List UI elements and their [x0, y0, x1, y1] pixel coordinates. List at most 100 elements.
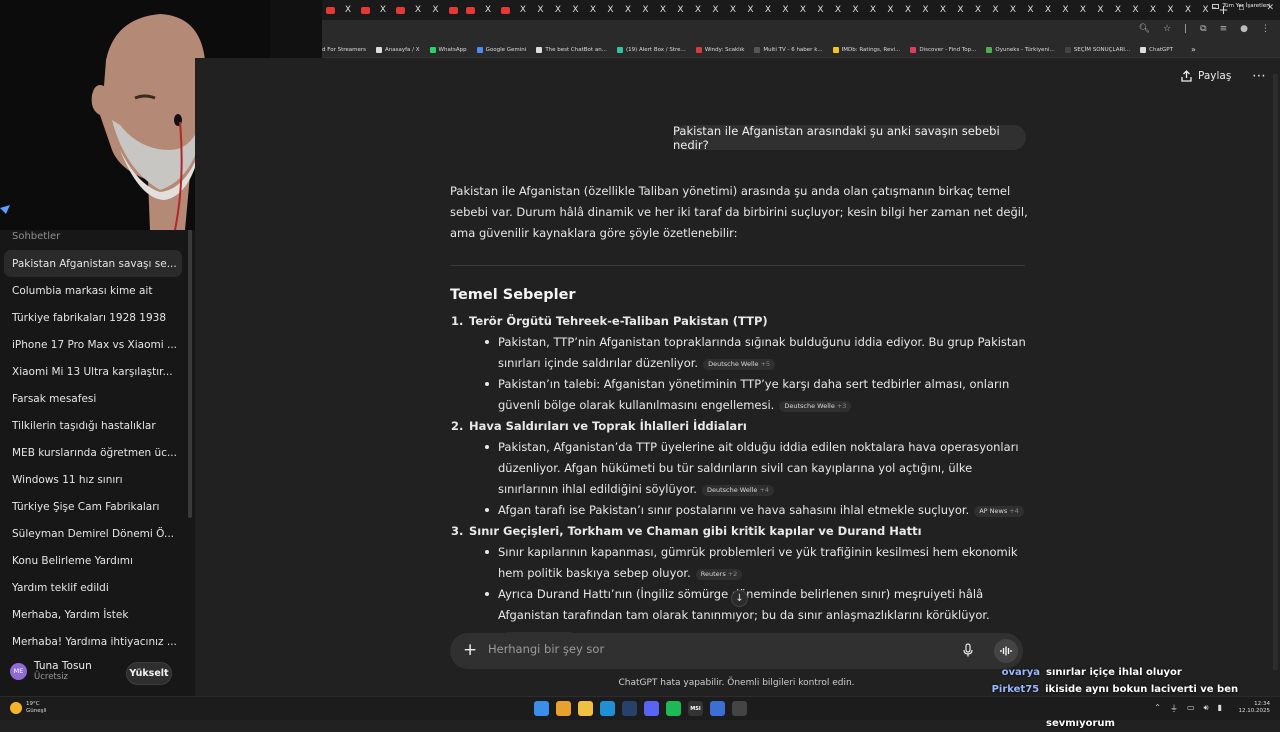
source-citation[interactable]: Deutsche Welle +4	[701, 485, 775, 496]
chat-history-item[interactable]: Xiaomi Mi 13 Ultra karşılaştır...	[4, 358, 182, 385]
chat-history-item[interactable]: Merhaba! Yardıma ihtiyacınız ...	[4, 628, 182, 655]
source-citation[interactable]: Deutsche Welle +3	[779, 401, 852, 412]
add-attachment-button[interactable]: +	[463, 640, 477, 660]
x-tab[interactable]: X	[1180, 2, 1197, 18]
x-tab[interactable]: X	[987, 2, 1004, 18]
bookmarks-overflow-button[interactable]: »	[1191, 45, 1196, 54]
all-bookmarks-button[interactable]: Tüm Yer İşaretleri	[1211, 3, 1270, 9]
x-tab[interactable]: X	[1145, 2, 1162, 18]
bookmark-item[interactable]: Anasayfa / X	[376, 46, 420, 53]
bookmark-item[interactable]: Windy: Scaklık	[695, 46, 744, 53]
x-tab[interactable]: X	[1110, 2, 1127, 18]
usb-icon[interactable]: ⏚	[1170, 703, 1178, 714]
x-tab[interactable]: X	[952, 2, 969, 18]
spotify-icon[interactable]	[666, 701, 681, 716]
youtube-tab[interactable]	[322, 2, 339, 18]
chat-history-item[interactable]: Türkiye Şişe Cam Fabrikaları	[4, 493, 182, 520]
x-tab[interactable]: X	[375, 2, 392, 18]
discord-icon[interactable]	[644, 701, 659, 716]
youtube-tab[interactable]	[445, 2, 462, 18]
x-tab[interactable]: X	[847, 2, 864, 18]
chat-history-item[interactable]: Tilkilerin taşıdığı hastalıklar	[4, 412, 182, 439]
x-tab[interactable]: X	[515, 2, 532, 18]
start-icon[interactable]	[534, 701, 549, 716]
monitor-icon[interactable]: ▭	[1187, 703, 1195, 714]
weather-widget[interactable]: 19°C Güneşli	[10, 701, 47, 715]
bookmark-item[interactable]: ChatGPT	[1140, 46, 1173, 53]
chat-history-item[interactable]: Merhaba, Yardım İstek	[4, 601, 182, 628]
x-tab[interactable]: X	[602, 2, 619, 18]
youtube-tab[interactable]	[357, 2, 374, 18]
chat-history-item[interactable]: iPhone 17 Pro Max vs Xiaomi ...	[4, 331, 182, 358]
bookmark-item[interactable]: Multi TV - 6 haber k...	[754, 46, 823, 53]
x-tab[interactable]: X	[1022, 2, 1039, 18]
x-tab[interactable]: X	[760, 2, 777, 18]
user-profile[interactable]: ME Tuna Tosun Ücretsiz	[10, 660, 92, 682]
youtube-tab[interactable]	[392, 2, 409, 18]
menu-icon[interactable]: ⋮	[1261, 24, 1270, 34]
chat-history-item[interactable]: Konu Belirleme Yardımı	[4, 547, 182, 574]
x-tab[interactable]: X	[900, 2, 917, 18]
youtube-tab[interactable]	[462, 2, 479, 18]
upgrade-button[interactable]: Yükselt	[126, 662, 172, 685]
source-citation[interactable]: AP News +4	[974, 506, 1024, 517]
x-tab[interactable]: X	[1092, 2, 1109, 18]
zoom-icon[interactable]: 🔍︎	[1139, 24, 1150, 34]
x-tab[interactable]: X	[1162, 2, 1179, 18]
x-tab[interactable]: X	[340, 2, 357, 18]
profile-icon[interactable]: ●	[1240, 24, 1248, 34]
x-tab[interactable]: X	[1127, 2, 1144, 18]
chat-history-item[interactable]: Türkiye fabrikaları 1928 1938	[4, 304, 182, 331]
clock[interactable]: 12:34 12.10.2025	[1239, 701, 1271, 715]
msi-icon[interactable]: MSI	[688, 701, 703, 716]
x-tab[interactable]: X	[690, 2, 707, 18]
x-tab[interactable]: X	[742, 2, 759, 18]
x-tab[interactable]: X	[725, 2, 742, 18]
scroll-down-button[interactable]: ↓	[731, 590, 748, 607]
x-tab[interactable]: X	[935, 2, 952, 18]
chat-history-item[interactable]: Farsak mesafesi	[4, 385, 182, 412]
playlist-icon[interactable]: ≡	[1220, 24, 1228, 34]
x-tab[interactable]: X	[567, 2, 584, 18]
x-tab[interactable]: X	[427, 2, 444, 18]
youtube-tab[interactable]	[497, 2, 514, 18]
bookmark-star-icon[interactable]: ☆	[1163, 24, 1171, 34]
x-tab[interactable]: X	[585, 2, 602, 18]
x-tab[interactable]: X	[1057, 2, 1074, 18]
x-tab[interactable]: X	[410, 2, 427, 18]
more-options-button[interactable]: ⋯	[1252, 68, 1267, 84]
x-tab[interactable]: X	[672, 2, 689, 18]
x-tab[interactable]: X	[917, 2, 934, 18]
bookmark-item[interactable]: WhatsApp	[429, 46, 467, 53]
x-tab[interactable]: X	[550, 2, 567, 18]
x-tab[interactable]: X	[882, 2, 899, 18]
chat-history-item[interactable]: MEB kurslarında öğretmen üc...	[4, 439, 182, 466]
bookmark-item[interactable]: d For Streamers	[322, 47, 366, 53]
obs-icon[interactable]	[732, 701, 747, 716]
share-button[interactable]: Paylaş	[1181, 70, 1231, 82]
extensions-icon[interactable]: ⧉	[1200, 24, 1206, 34]
chat-history-item[interactable]: Columbia markası kime ait	[4, 277, 182, 304]
bookmark-item[interactable]: The best ChatBot an...	[536, 46, 607, 53]
voice-mode-button[interactable]	[994, 639, 1018, 663]
chrome-icon[interactable]	[556, 701, 571, 716]
x-tab[interactable]: X	[480, 2, 497, 18]
x-tab[interactable]: X	[795, 2, 812, 18]
bookmark-item[interactable]: Discover - Find Top...	[910, 46, 976, 53]
bookmark-item[interactable]: IMDb: Ratings, Revi...	[832, 46, 900, 53]
x-tab[interactable]: X	[655, 2, 672, 18]
microphone-icon[interactable]	[963, 642, 973, 661]
chat-scrollbar[interactable]	[1273, 74, 1278, 670]
edge-icon[interactable]	[600, 701, 615, 716]
chat-history-item[interactable]: Yardım teklif edildi	[4, 574, 182, 601]
x-tab[interactable]: X	[1005, 2, 1022, 18]
x-tab[interactable]: X	[865, 2, 882, 18]
bookmark-item[interactable]: (19) Alert Box / Stre...	[616, 46, 686, 53]
source-citation[interactable]: Reuters +2	[695, 569, 743, 580]
bookmark-item[interactable]: Google Gemini	[476, 46, 526, 53]
bookmark-item[interactable]: Oyuneks - Türkiyeni...	[986, 46, 1055, 53]
x-tab[interactable]: X	[777, 2, 794, 18]
source-citation[interactable]: Deutsche Welle +5	[703, 359, 776, 370]
battery-icon[interactable]: ▮	[1218, 703, 1222, 714]
x-tab[interactable]: X	[1075, 2, 1092, 18]
